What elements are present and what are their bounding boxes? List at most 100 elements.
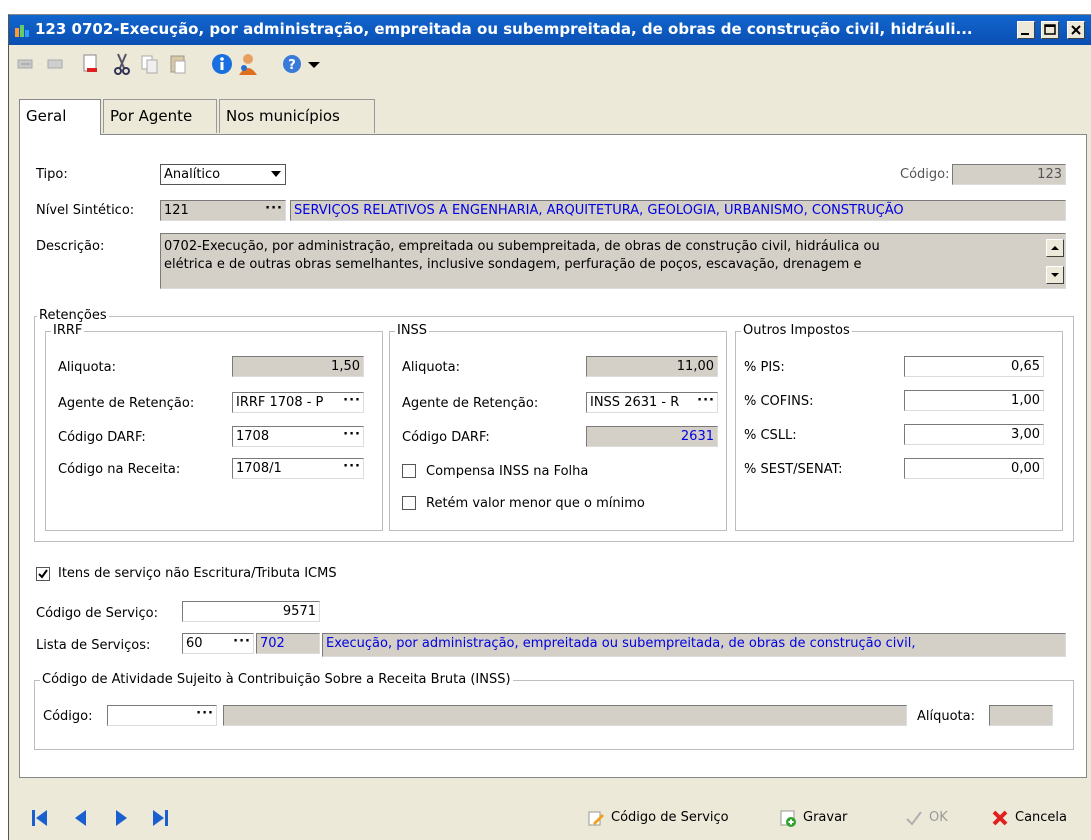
save-icon [780,810,796,827]
csll-field[interactable]: 3,00 [904,424,1044,445]
lista-servicos-code: 702 [256,633,320,654]
irrf-title: IRRF [51,323,85,338]
atividade-aliquota-field [989,705,1053,726]
scroll-down-button[interactable] [1046,266,1064,284]
lookup-button[interactable]: ··· [343,427,361,444]
info-icon[interactable] [209,51,235,77]
dialog-window: 123 0702-Execução, por administração, em… [8,14,1091,840]
undo-icon[interactable] [43,51,69,77]
irrf-darf-field[interactable]: 1708 ··· [232,426,364,447]
irrf-aliquota-label: Aliquota: [58,360,117,375]
maximize-icon [1044,24,1056,35]
checkmark-icon [906,811,922,826]
close-icon [992,810,1008,826]
sest-senat-label: % SEST/SENAT: [744,462,843,477]
inss-darf-label: Código DARF: [402,430,490,445]
copy-icon[interactable] [137,51,163,77]
irrf-aliquota-field: 1,50 [232,356,364,377]
svg-text:?: ? [288,58,296,73]
compensa-inss-checkbox[interactable] [402,464,416,478]
irrf-agente-label: Agente de Retenção: [58,396,195,411]
irrf-receita-label: Código na Receita: [58,462,181,477]
lista-servicos-field[interactable]: 60 ··· [182,633,254,654]
nivel-sintetico-field[interactable]: 121 ··· [160,200,286,221]
ok-button[interactable]: OK [903,805,948,831]
atividade-title: Código de Atividade Sujeito à Contribuiç… [40,672,513,687]
lookup-button[interactable]: ··· [697,393,715,410]
irrf-darf-label: Código DARF: [58,430,146,445]
codigo-servico-button[interactable]: Código de Serviço [585,805,729,831]
atividade-aliquota-label: Alíquota: [917,709,976,724]
tab-geral[interactable]: Geral [19,99,101,135]
bottom-bar: Código de Serviço Gravar OK Cancela [9,793,1091,840]
itens-servico-label: Itens de serviço não Escritura/Tributa I… [58,566,337,581]
retem-valor-label: Retém valor menor que o mínimo [426,496,645,511]
arrow-down-icon [1051,273,1059,277]
user-icon[interactable] [235,51,261,77]
first-record-icon[interactable] [29,807,51,829]
codigo-field: 123 [952,164,1066,185]
minimize-button[interactable] [1017,21,1035,39]
last-record-icon[interactable] [149,807,171,829]
lookup-button[interactable]: ··· [196,706,214,723]
cofins-field[interactable]: 1,00 [904,390,1044,411]
tipo-label: Tipo: [36,167,68,182]
compensa-inss-label: Compensa INSS na Folha [426,464,589,479]
codigo-label: Código: [900,167,950,182]
delete-icon[interactable] [77,51,103,77]
title-bar[interactable]: 123 0702-Execução, por administração, em… [9,15,1091,45]
window-title: 123 0702-Execução, por administração, em… [35,20,973,38]
outros-impostos-title: Outros Impostos [741,323,852,338]
irrf-agente-field[interactable]: IRRF 1708 - P ··· [232,392,364,413]
edit-icon[interactable] [13,51,39,77]
cofins-label: % COFINS: [744,394,814,409]
inss-title: INSS [395,323,430,338]
outros-impostos-group: Outros Impostos % PIS: 0,65 % COFINS: 1,… [735,323,1063,531]
atividade-descricao-field [223,705,907,726]
general-panel: Tipo: Analítico Código: 123 Nível Sintét… [19,134,1087,778]
itens-servico-checkbox[interactable] [36,567,50,581]
nivel-sintetico-description: SERVIÇOS RELATIVOS A ENGENHARIA, ARQUITE… [290,200,1066,221]
retem-valor-checkbox[interactable] [402,496,416,510]
lookup-button[interactable]: ··· [233,634,251,651]
codigo-servico-field[interactable]: 9571 [182,601,320,622]
dropdown-arrow-icon[interactable] [301,51,327,77]
nivel-sintetico-label: Nível Sintético: [36,203,135,218]
lista-servicos-description: Execução, por administração, empreitada … [322,633,1066,657]
gravar-button[interactable]: Gravar [777,805,847,831]
irrf-receita-field[interactable]: 1708/1 ··· [232,458,364,479]
codigo-servico-label: Código de Serviço: [36,606,158,621]
lookup-button[interactable]: ··· [265,201,283,218]
toolbar: ? [9,45,1091,83]
next-record-icon[interactable] [111,807,133,829]
tab-nos-municipios[interactable]: Nos municípios [219,99,375,133]
checkmark-icon [38,569,48,579]
arrow-up-icon [1051,246,1059,250]
chevron-down-icon [271,171,281,177]
atividade-group: Código de Atividade Sujeito à Contribuiç… [34,672,1074,750]
lookup-button[interactable]: ··· [343,393,361,410]
descricao-textarea[interactable]: 0702-Execução, por administração, emprei… [160,233,1066,289]
pis-field[interactable]: 0,65 [904,356,1044,377]
inss-agente-field[interactable]: INSS 2631 - R ··· [586,392,718,413]
minimize-icon [1021,33,1029,35]
inss-aliquota-field: 11,00 [586,356,718,377]
retencoes-title: Retenções [37,308,109,323]
atividade-codigo-field[interactable]: ··· [107,705,217,726]
inss-agente-label: Agente de Retenção: [402,396,539,411]
paste-icon[interactable] [165,51,191,77]
inss-darf-field: 2631 [586,426,718,447]
descricao-label: Descrição: [36,239,105,254]
lista-servicos-label: Lista de Serviços: [36,638,151,653]
cancela-button[interactable]: Cancela [989,805,1067,831]
cut-icon[interactable] [109,51,135,77]
tab-por-agente[interactable]: Por Agente [103,99,217,133]
sest-senat-field[interactable]: 0,00 [904,458,1044,479]
close-window-button[interactable] [1067,21,1085,39]
tipo-select[interactable]: Analítico [160,164,286,185]
maximize-button[interactable] [1041,21,1059,39]
lookup-button[interactable]: ··· [343,459,361,476]
previous-record-icon[interactable] [69,807,91,829]
pis-label: % PIS: [744,360,785,375]
scroll-up-button[interactable] [1046,239,1064,257]
